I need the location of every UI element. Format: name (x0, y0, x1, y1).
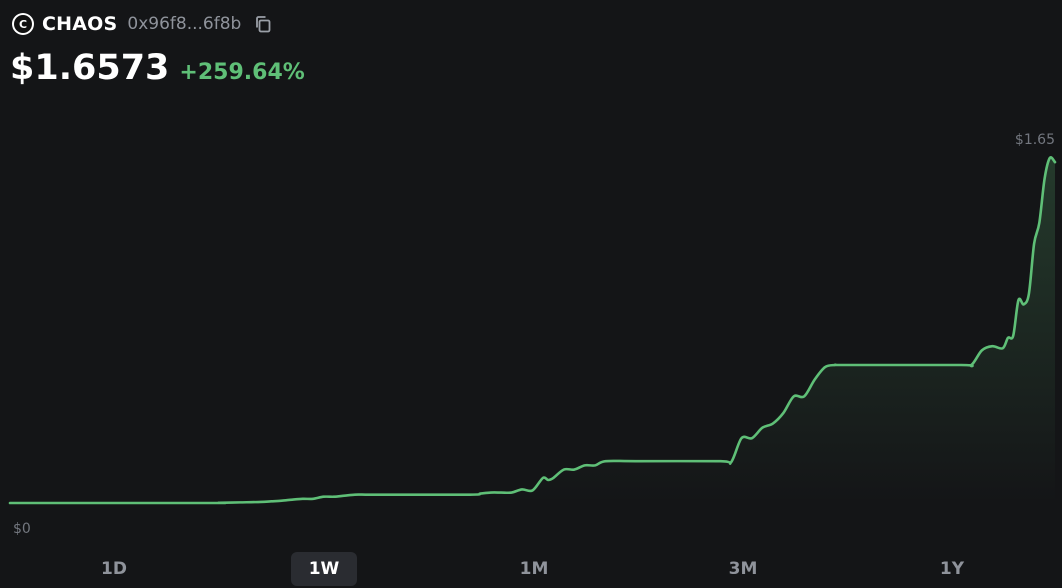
range-tab-1w[interactable]: 1W (291, 552, 357, 586)
price-change: +259.64% (179, 60, 305, 85)
token-header: C CHAOS 0x96f8...6f8b (12, 12, 273, 36)
y-axis-min-label: $0 (13, 521, 31, 537)
price-chart[interactable]: $1.65 $0 (0, 120, 1062, 540)
token-price: $1.6573 (10, 48, 170, 88)
token-logo-letter: C (14, 15, 32, 33)
price-row: $1.6573 +259.64% (10, 48, 305, 88)
token-symbol: CHAOS (42, 13, 118, 35)
range-tab-1m[interactable]: 1M (501, 552, 567, 586)
copy-icon[interactable] (253, 14, 273, 34)
range-tab-3m[interactable]: 3M (710, 552, 776, 586)
price-area-fill (10, 157, 1055, 504)
token-address: 0x96f8...6f8b (127, 14, 242, 34)
range-tabs: 1D 1W 1M 3M 1Y (0, 552, 1062, 586)
token-logo: C (12, 13, 34, 35)
copy-icon-svg (256, 16, 271, 33)
range-tab-1d[interactable]: 1D (81, 552, 147, 586)
y-axis-max-label: $1.65 (1015, 132, 1055, 148)
range-tab-1y[interactable]: 1Y (919, 552, 985, 586)
